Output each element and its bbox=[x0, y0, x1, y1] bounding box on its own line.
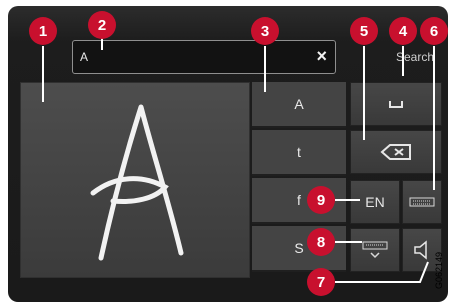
callout-badge: 6 bbox=[420, 17, 448, 45]
callout-leader-lines bbox=[42, 30, 435, 283]
callout-badge: 5 bbox=[350, 17, 378, 45]
callout-badge: 8 bbox=[307, 228, 335, 256]
callout-badge: 7 bbox=[307, 268, 335, 296]
callout-number: 9 bbox=[316, 191, 326, 209]
screenshot: A × Search A t f S EN 1 2 3 4 5 6 7 8 9 … bbox=[0, 0, 462, 308]
callout-number: 6 bbox=[429, 22, 439, 40]
image-reference: G062149 bbox=[434, 251, 444, 289]
callout-number: 3 bbox=[260, 22, 270, 40]
callout-badge: 1 bbox=[29, 17, 57, 45]
callout-number: 4 bbox=[398, 22, 408, 40]
callout-number: 1 bbox=[38, 22, 48, 40]
callout-number: 2 bbox=[97, 16, 107, 34]
callout-number: 7 bbox=[316, 273, 326, 291]
callout-badge: 9 bbox=[307, 186, 335, 214]
callout-number: 8 bbox=[316, 233, 326, 251]
callout-badge: 2 bbox=[88, 11, 116, 39]
callout-badge: 3 bbox=[251, 17, 279, 45]
callout-badge: 4 bbox=[389, 17, 417, 45]
callout-number: 5 bbox=[359, 22, 369, 40]
